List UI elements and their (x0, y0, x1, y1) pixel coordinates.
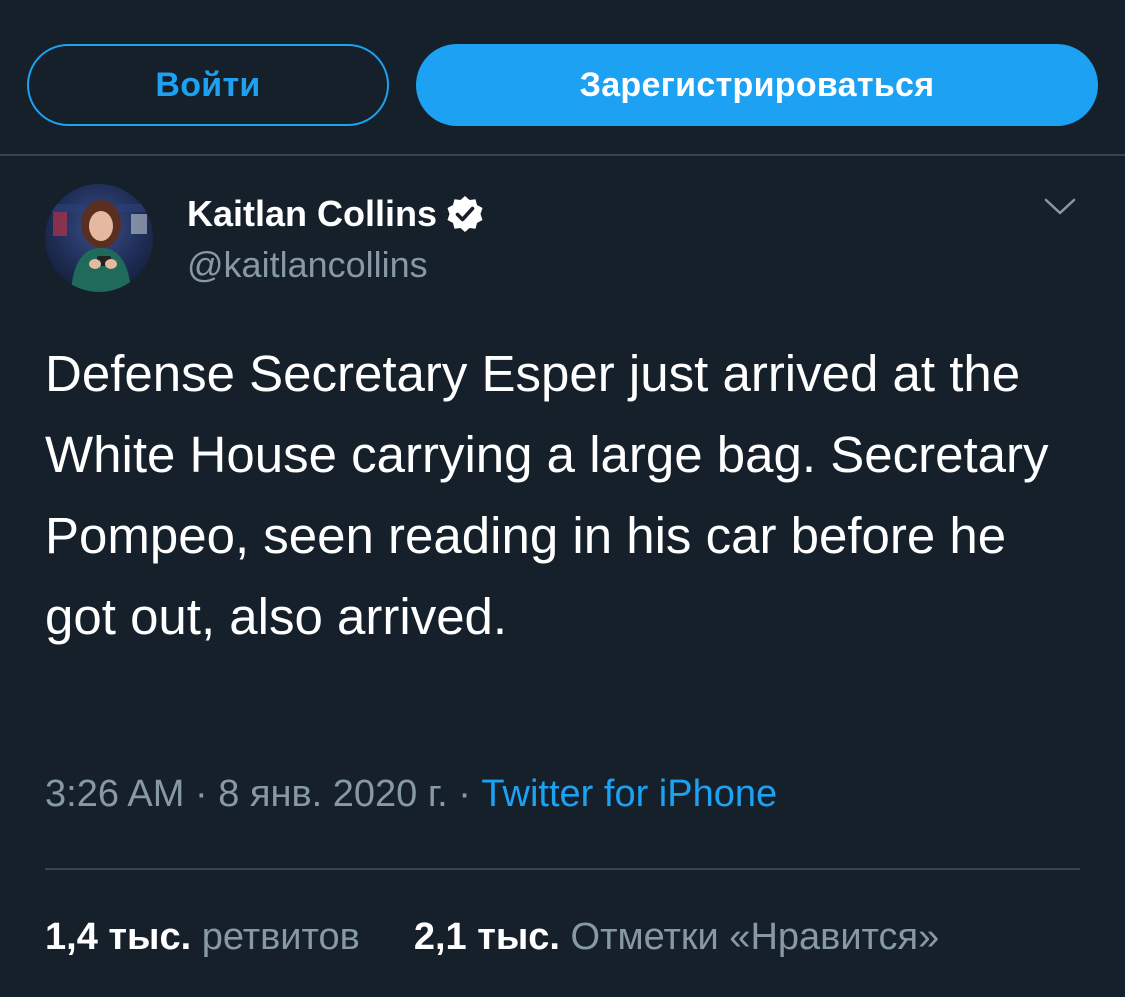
tweet-date: 8 янв. 2020 г. (218, 773, 448, 815)
likes-count: 2,1 тыс. (413, 916, 560, 958)
meta-separator: · (184, 773, 219, 815)
tweet-stats: 1,4 тыс. ретвитов 2,1 тыс. Отметки «Нрави… (45, 916, 939, 959)
retweets-label: ретвитов (201, 916, 360, 958)
tweet-meta: 3:26 AM · 8 янв. 2020 г. · Twitter for i… (45, 773, 777, 816)
tweet-text: Defense Secretary Esper just arrived at … (45, 345, 1049, 645)
tweet-card: Kaitlan Collins @kaitlancollins Defense … (0, 158, 1125, 997)
likes-label: Отметки «Нравится» (570, 916, 940, 958)
author-name-row[interactable]: Kaitlan Collins (187, 192, 485, 236)
login-button[interactable]: Войти (27, 44, 389, 126)
author-display-name[interactable]: Kaitlan Collins (187, 193, 437, 235)
meta-separator: · (447, 773, 482, 815)
signup-button[interactable]: Зарегистрироваться (416, 44, 1098, 126)
divider (45, 868, 1080, 870)
tweet-source-link[interactable]: Twitter for iPhone (481, 773, 777, 815)
avatar-image (45, 184, 153, 292)
chevron-down-icon[interactable] (1040, 194, 1080, 220)
retweets-stat[interactable]: 1,4 тыс. ретвитов (45, 916, 360, 959)
avatar[interactable] (45, 184, 153, 292)
retweets-count: 1,4 тыс. (45, 916, 192, 958)
top-auth-bar: Войти Зарегистрироваться (0, 0, 1125, 156)
likes-stat[interactable]: 2,1 тыс. Отметки «Нравится» (414, 916, 939, 959)
tweet-time: 3:26 AM (45, 773, 185, 815)
verified-badge-icon (445, 194, 485, 234)
author-handle[interactable]: @kaitlancollins (187, 244, 428, 286)
